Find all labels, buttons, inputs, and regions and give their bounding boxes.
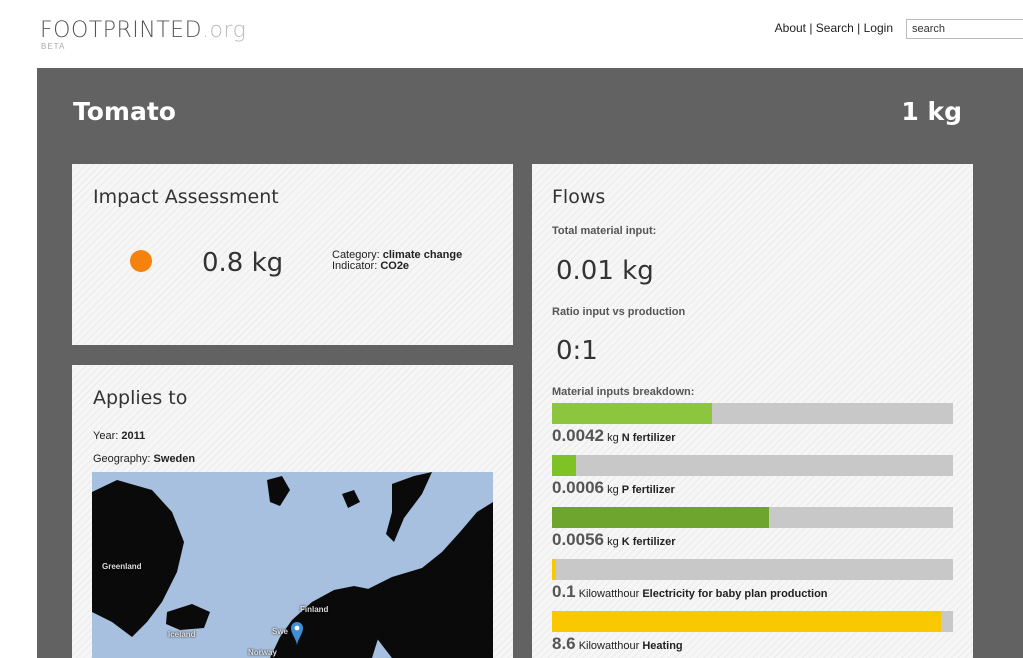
material-row: 8.6 Kilowatthour Heating	[552, 634, 683, 654]
impact-assessment-title: Impact Assessment	[93, 186, 279, 208]
map-label-greenland: Greenland	[102, 562, 142, 571]
indicator-value: CO2e	[380, 260, 410, 272]
geography-map[interactable]: Greenland Iceland Finland Swe Norway	[92, 472, 493, 658]
material-bar-fill	[552, 611, 941, 632]
material-bar	[552, 403, 953, 424]
material-unit: Kilowatthour	[578, 640, 640, 652]
ratio-value: 0:1	[556, 336, 598, 366]
impact-value: 0.8 kg	[202, 248, 284, 278]
site-logo[interactable]: FOOTPRINTED.org	[40, 18, 246, 43]
material-bar	[552, 507, 953, 528]
franz-josef-landmass	[342, 490, 360, 508]
scandinavia-landmass	[270, 586, 384, 658]
material-breakdown-label: Material inputs breakdown:	[552, 386, 695, 398]
material-name: Heating	[642, 640, 683, 652]
material-amount: 0.0006	[552, 478, 604, 497]
year-value: 2011	[121, 430, 146, 442]
map-label-iceland: Iceland	[168, 630, 196, 639]
nav-about-link[interactable]: About	[775, 21, 806, 35]
material-bar-fill	[552, 507, 769, 528]
geography-value: Sweden	[153, 453, 196, 465]
material-bar-fill	[552, 559, 556, 580]
material-bar	[552, 455, 953, 476]
total-material-input-label: Total material input:	[552, 225, 657, 237]
logo-suffix: .org	[202, 18, 247, 43]
material-bar	[552, 611, 953, 632]
russia-landmass	[362, 502, 493, 658]
material-amount: 8.6	[552, 634, 576, 653]
material-amount: 0.0042	[552, 426, 604, 445]
novaya-zemlya-landmass	[386, 472, 432, 542]
material-bar-fill	[552, 455, 577, 476]
material-name: N fertilizer	[621, 432, 676, 444]
nav-separator: |	[853, 21, 864, 35]
material-name: Electricity for baby plan production	[642, 588, 828, 600]
geography-row: Geography: Sweden	[93, 453, 195, 465]
search-input[interactable]	[906, 19, 1023, 39]
applies-to-title: Applies to	[93, 387, 188, 409]
total-material-input-value: 0.01 kg	[556, 256, 654, 286]
beta-tag: BETA	[41, 42, 66, 51]
nav-search-link[interactable]: Search	[816, 21, 854, 35]
ratio-label: Ratio input vs production	[552, 306, 686, 318]
product-title: Tomato	[73, 97, 176, 126]
material-amount: 0.0056	[552, 530, 604, 549]
year-row: Year: 2011	[93, 430, 145, 442]
iceland-landmass	[166, 604, 210, 630]
top-nav: About | Search | Login	[775, 21, 893, 35]
map-pin-center	[294, 625, 300, 631]
material-row: 0.0056 kg K fertilizer	[552, 530, 676, 550]
impact-indicator-dot	[130, 250, 152, 272]
logo-text: FOOTPRINTED	[40, 18, 203, 43]
nav-login-link[interactable]: Login	[864, 21, 893, 35]
material-bar-fill	[552, 403, 713, 424]
material-unit: kg	[607, 484, 619, 496]
year-label: Year:	[93, 430, 122, 442]
map-label-sweden: Swe	[272, 627, 289, 636]
material-unit: Kilowatthour	[578, 588, 640, 600]
geography-label: Geography:	[93, 453, 154, 465]
material-unit: kg	[607, 536, 619, 548]
product-quantity: 1 kg	[901, 97, 962, 126]
material-name: P fertilizer	[621, 484, 675, 496]
material-amount: 0.1	[552, 582, 576, 601]
material-row: 0.1 Kilowatthour Electricity for baby pl…	[552, 582, 828, 602]
map-graphic	[92, 472, 493, 658]
material-unit: kg	[607, 432, 619, 444]
flows-title: Flows	[552, 186, 606, 208]
material-name: K fertilizer	[621, 536, 676, 548]
impact-indicator: Indicator: CO2e	[332, 260, 409, 272]
material-row: 0.0006 kg P fertilizer	[552, 478, 675, 498]
material-row: 0.0042 kg N fertilizer	[552, 426, 676, 446]
material-bar	[552, 559, 953, 580]
nav-separator: |	[806, 21, 816, 35]
indicator-label: Indicator:	[332, 260, 381, 272]
svalbard-landmass	[267, 476, 290, 506]
map-label-finland: Finland	[300, 605, 329, 614]
map-label-norway: Norway	[248, 648, 277, 657]
